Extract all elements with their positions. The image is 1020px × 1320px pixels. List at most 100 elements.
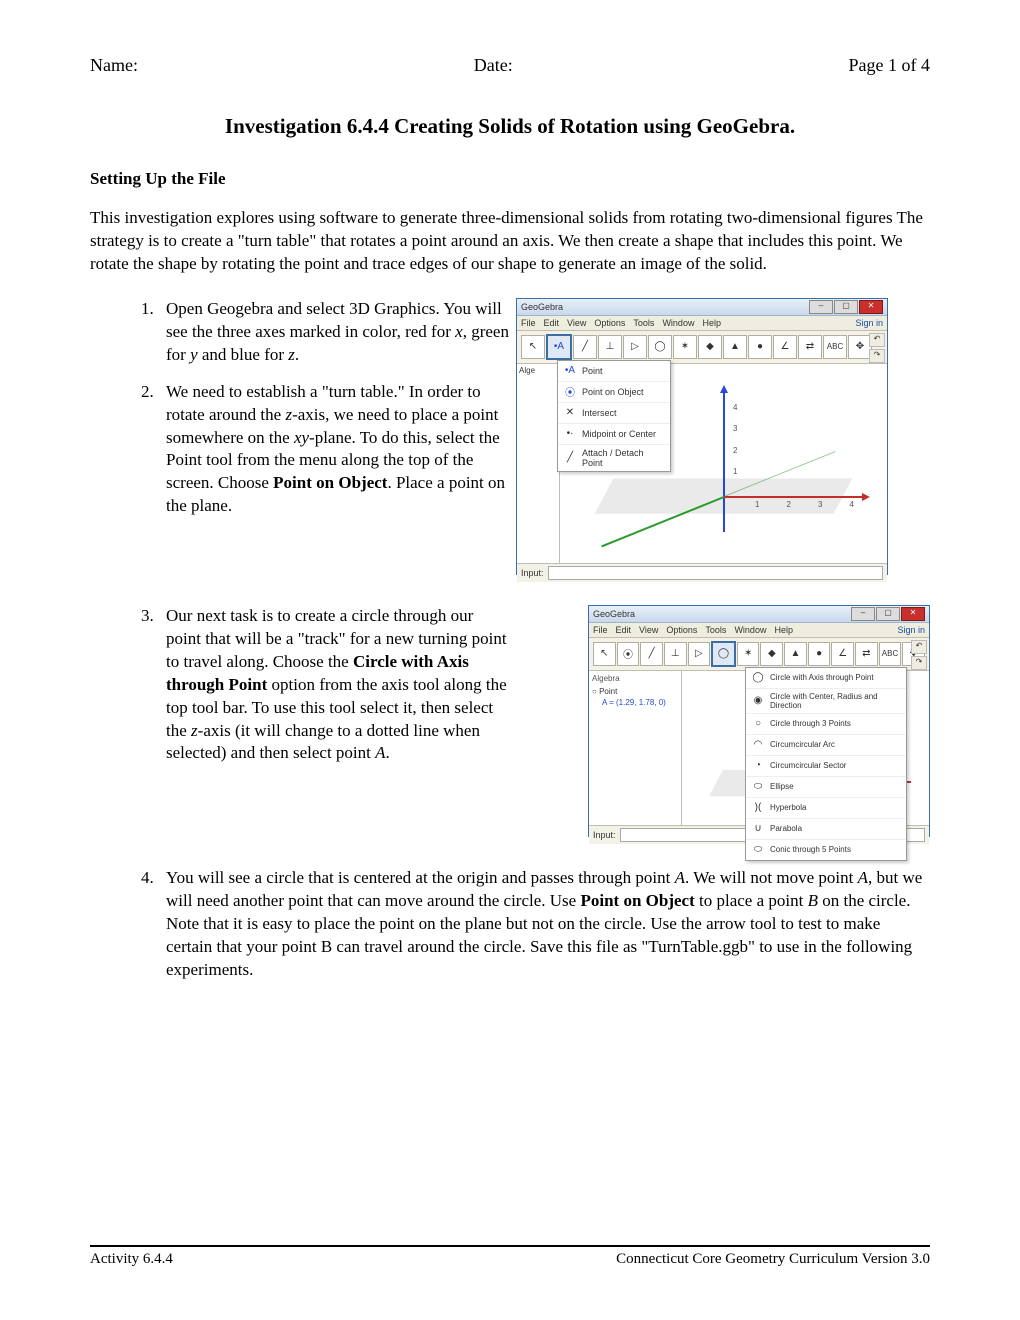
sector-icon: ◔ [751, 759, 765, 773]
dd-attach-detach[interactable]: ╱Attach / Detach Point [558, 445, 670, 471]
signin-link[interactable]: Sign in [897, 625, 925, 635]
sphere-tool[interactable]: ● [808, 642, 831, 666]
algebra-view: Algebra ○ Point A = (1.29, 1.78, 0) [589, 671, 682, 825]
line-tool[interactable]: ╱ [573, 335, 597, 359]
page-footer: Activity 6.4.4 Connecticut Core Geometry… [90, 1245, 930, 1268]
dd-point-on-object[interactable]: ⦿Point on Object [558, 382, 670, 403]
document-page: Name: Date: Page 1 of 4 Investigation 6.… [0, 0, 1020, 1320]
geogebra-screenshot-1: GeoGebra – ▢ ✕ File Edit View Options To… [516, 298, 888, 575]
menubar: File Edit View Options Tools Window Help… [517, 316, 887, 331]
close-button[interactable]: ✕ [901, 607, 925, 621]
dd-conic[interactable]: ⬭Conic through 5 Points [746, 840, 906, 860]
input-field[interactable] [548, 566, 883, 580]
redo-icon[interactable]: ↷ [911, 656, 927, 670]
point-on-object-icon: ⦿ [563, 385, 577, 399]
conic-icon: ⬭ [751, 843, 765, 857]
page-number: Page 1 of 4 [849, 55, 930, 76]
list-block-2: Our next task is to create a circle thro… [90, 605, 510, 780]
list-block-1: Open Geogebra and select 3D Graphics. Yo… [90, 298, 510, 532]
menu-file[interactable]: File [521, 318, 536, 328]
perpendicular-tool[interactable]: ⊥ [598, 335, 622, 359]
text-tool[interactable]: ABC [823, 335, 847, 359]
angle-tool[interactable]: ∠ [773, 335, 797, 359]
geogebra-screenshot-2: GeoGebra – ▢ ✕ File Edit View Options To… [588, 605, 930, 837]
text-tool[interactable]: ABC [879, 642, 902, 666]
circle-tool[interactable]: ◯ [711, 641, 736, 667]
dd-point[interactable]: •APoint [558, 361, 670, 382]
menubar: File Edit View Options Tools Window Help… [589, 623, 929, 638]
circle-3pts-icon: ○ [751, 717, 765, 731]
dd-circle-3pts[interactable]: ○Circle through 3 Points [746, 714, 906, 735]
close-button[interactable]: ✕ [859, 300, 883, 314]
maximize-button[interactable]: ▢ [876, 607, 900, 621]
pyramid-tool[interactable]: ▲ [723, 335, 747, 359]
menu-edit[interactable]: Edit [616, 625, 632, 635]
attach-icon: ╱ [563, 451, 577, 465]
redo-icon[interactable]: ↷ [869, 349, 885, 363]
dd-circle-axis[interactable]: ◯Circle with Axis through Point [746, 668, 906, 689]
app-title: GeoGebra [521, 302, 563, 312]
menu-options[interactable]: Options [666, 625, 697, 635]
dd-arc[interactable]: ◠Circumcircular Arc [746, 735, 906, 756]
x-arrow-icon [862, 493, 870, 501]
minimize-button[interactable]: – [809, 300, 833, 314]
point-tool[interactable]: ⦿ [617, 642, 640, 666]
menu-tools[interactable]: Tools [705, 625, 726, 635]
plane-tool[interactable]: ◆ [760, 642, 783, 666]
circle-tool[interactable]: ◯ [648, 335, 672, 359]
menu-window[interactable]: Window [662, 318, 694, 328]
undo-icon[interactable]: ↶ [869, 333, 885, 347]
polygon-tool[interactable]: ▷ [623, 335, 647, 359]
app-title: GeoGebra [593, 609, 635, 619]
menu-file[interactable]: File [593, 625, 608, 635]
dd-midpoint[interactable]: •·Midpoint or Center [558, 424, 670, 445]
dd-ellipse[interactable]: ⬭Ellipse [746, 777, 906, 798]
menu-options[interactable]: Options [594, 318, 625, 328]
z-arrow-icon [720, 385, 728, 393]
menu-help[interactable]: Help [774, 625, 793, 635]
point-tool[interactable]: •A [546, 334, 572, 360]
reflect-tool[interactable]: ⇄ [855, 642, 878, 666]
perpendicular-tool[interactable]: ⊥ [664, 642, 687, 666]
menu-view[interactable]: View [567, 318, 586, 328]
dd-parabola[interactable]: ∪Parabola [746, 819, 906, 840]
angle-tool[interactable]: ∠ [831, 642, 854, 666]
menu-help[interactable]: Help [702, 318, 721, 328]
pyramid-tool[interactable]: ▲ [784, 642, 807, 666]
parabola-icon: ∪ [751, 822, 765, 836]
sphere-tool[interactable]: ● [748, 335, 772, 359]
menu-view[interactable]: View [639, 625, 658, 635]
menu-window[interactable]: Window [734, 625, 766, 635]
footer-left: Activity 6.4.4 [90, 1251, 173, 1268]
circle-center-icon: ◉ [751, 694, 765, 708]
plane-tool[interactable]: ◆ [698, 335, 722, 359]
date-label: Date: [474, 55, 513, 76]
algebra-view: Alge [517, 364, 560, 563]
dd-sector[interactable]: ◔Circumcircular Sector [746, 756, 906, 777]
undo-icon[interactable]: ↶ [911, 640, 927, 654]
algebra-point-value: A = (1.29, 1.78, 0) [602, 698, 678, 708]
menu-tools[interactable]: Tools [633, 318, 654, 328]
line-tool[interactable]: ╱ [640, 642, 663, 666]
ellipse-icon: ⬭ [751, 780, 765, 794]
menu-edit[interactable]: Edit [544, 318, 560, 328]
dd-circle-center[interactable]: ◉Circle with Center, Radius and Directio… [746, 689, 906, 714]
dd-intersect[interactable]: ✕Intersect [558, 403, 670, 424]
maximize-button[interactable]: ▢ [834, 300, 858, 314]
intersect-tool[interactable]: ✶ [737, 642, 760, 666]
algebra-point-label: Point [599, 687, 617, 696]
algebra-title: Algebra [592, 674, 678, 684]
dd-hyperbola[interactable]: )(Hyperbola [746, 798, 906, 819]
window-titlebar: GeoGebra – ▢ ✕ [589, 606, 929, 623]
reflect-tool[interactable]: ⇄ [798, 335, 822, 359]
intersect-tool[interactable]: ✶ [673, 335, 697, 359]
list-block-3: You will see a circle that is centered a… [90, 867, 930, 982]
intro-paragraph: This investigation explores using softwa… [90, 207, 930, 276]
signin-link[interactable]: Sign in [855, 318, 883, 328]
move-tool[interactable]: ↖ [521, 335, 545, 359]
step-3: Our next task is to create a circle thro… [158, 605, 510, 766]
section-1: Open Geogebra and select 3D Graphics. Yo… [90, 298, 930, 575]
minimize-button[interactable]: – [851, 607, 875, 621]
polygon-tool[interactable]: ▷ [688, 642, 711, 666]
move-tool[interactable]: ↖ [593, 642, 616, 666]
